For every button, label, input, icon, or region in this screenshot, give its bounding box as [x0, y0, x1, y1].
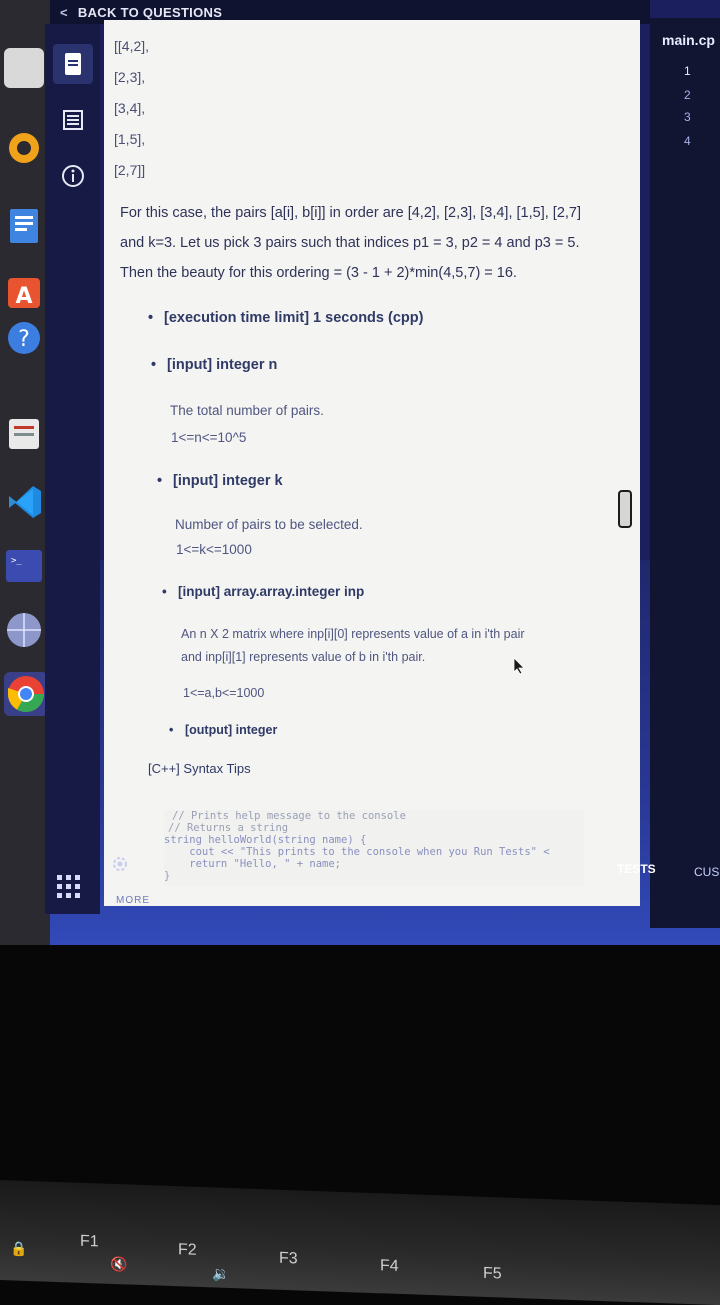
explanation-line-2: and k=3. Let us pick 3 pairs such that i…: [120, 235, 580, 251]
app-dock: A ? >_: [0, 0, 50, 945]
example-line: [2,3],: [114, 69, 146, 85]
example-line: [[4,2],: [114, 38, 150, 54]
example-line: [1,5],: [114, 131, 146, 147]
input-n-desc: The total number of pairs.: [170, 403, 324, 418]
input-inp-desc-2: and inp[i][1] represents value of b in i…: [181, 650, 426, 664]
line-number: 1: [684, 64, 691, 78]
execution-time-limit: [execution time limit] 1 seconds (cpp): [148, 310, 423, 326]
svg-text:A: A: [15, 284, 32, 309]
line-number: 2: [684, 88, 691, 102]
code-line: string helloWorld(string name) {: [164, 834, 367, 846]
input-k-label: [input] integer k: [157, 473, 282, 489]
example-input: [[4,2], [2,3], [3,4], [1,5], [2,7]]: [114, 36, 149, 191]
example-line: [3,4],: [114, 100, 146, 116]
code-line: return "Hello, " + name;: [164, 858, 342, 870]
code-line: }: [164, 870, 171, 882]
f4-key[interactable]: F4: [380, 1257, 399, 1276]
volume-down-icon: 🔉: [212, 1265, 230, 1283]
panel-resize-handle[interactable]: [618, 490, 632, 528]
laptop-screen: A ? >_ < BACK TO QUESTIONS [[4,2], [2,3]…: [0, 0, 720, 945]
document-icon: [65, 53, 81, 75]
more-button[interactable]: MORE: [116, 895, 150, 906]
input-k-constraint: 1<=k<=1000: [176, 542, 252, 557]
chrome-icon[interactable]: [4, 672, 48, 716]
mouse-pointer-icon: [513, 657, 527, 680]
side-rail: [45, 24, 100, 914]
f1-key[interactable]: F1: [80, 1233, 99, 1252]
input-n-constraint: 1<=n<=10^5: [171, 430, 247, 445]
tests-tab[interactable]: TESTS: [617, 862, 656, 876]
screen-reader-icon[interactable]: [4, 414, 44, 454]
settings-gear-icon[interactable]: [111, 855, 129, 878]
svg-text:?: ?: [18, 327, 30, 352]
list-icon: [63, 110, 83, 130]
example-line: [2,7]]: [114, 162, 146, 178]
document-viewer-icon[interactable]: [4, 206, 44, 246]
input-k-desc: Number of pairs to be selected.: [175, 517, 363, 532]
svg-text:>_: >_: [11, 556, 22, 566]
terminal-icon[interactable]: >_: [4, 546, 44, 586]
chevron-left-icon: <: [60, 4, 68, 20]
vscode-icon[interactable]: [4, 482, 44, 522]
description-panel: [[4,2], [2,3], [3,4], [1,5], [2,7]] For …: [104, 20, 640, 906]
apps-grid-icon[interactable]: [56, 874, 82, 905]
keyboard: 🔒 F1 🔇 F2 🔉 F3 F4 F5: [0, 1180, 720, 1305]
code-line: // Returns a string: [168, 822, 289, 834]
line-number: 3: [684, 110, 691, 124]
code-editor: main.cp 1 2 3 4: [650, 18, 720, 928]
syntax-tips-code: // Prints help message to the console //…: [164, 810, 584, 886]
code-line: // Prints help message to the console: [172, 810, 406, 822]
input-inp-desc-1: An n X 2 matrix where inp[i][0] represen…: [181, 627, 525, 641]
custom-tests-tab[interactable]: CUS: [694, 865, 719, 879]
output-label: [output] integer: [169, 723, 277, 737]
f5-key[interactable]: F5: [483, 1265, 502, 1284]
syntax-tips-title: [C++] Syntax Tips: [148, 761, 251, 776]
rhythmbox-icon[interactable]: [4, 128, 44, 168]
list-tab-button[interactable]: [53, 100, 93, 140]
info-icon: [62, 165, 84, 187]
input-inp-label: [input] array.array.integer inp: [162, 584, 364, 599]
browser-globe-icon[interactable]: [4, 610, 44, 650]
description-tab-button[interactable]: [53, 44, 93, 84]
f3-key[interactable]: F3: [279, 1250, 298, 1269]
line-number: 4: [684, 134, 691, 148]
lock-icon: 🔒: [10, 1240, 28, 1257]
explanation-line-1: For this case, the pairs [a[i], b[i]] in…: [120, 205, 582, 221]
back-to-questions-link[interactable]: < BACK TO QUESTIONS: [60, 5, 222, 20]
f2-key[interactable]: F2: [178, 1241, 197, 1260]
explanation-line-3: Then the beauty for this ordering = (3 -…: [120, 265, 517, 281]
input-inp-constraint: 1<=a,b<=1000: [183, 686, 265, 700]
input-n-label: [input] integer n: [151, 357, 277, 373]
back-to-questions-label: BACK TO QUESTIONS: [77, 4, 223, 20]
code-line: cout << "This prints to the console when…: [164, 846, 550, 858]
help-icon[interactable]: ?: [4, 318, 44, 358]
editor-file-tab[interactable]: main.cp: [662, 32, 715, 48]
info-tab-button[interactable]: [53, 156, 93, 196]
files-app-icon[interactable]: [4, 48, 44, 88]
software-center-icon[interactable]: A: [4, 272, 44, 312]
mute-icon: 🔇: [110, 1255, 128, 1273]
